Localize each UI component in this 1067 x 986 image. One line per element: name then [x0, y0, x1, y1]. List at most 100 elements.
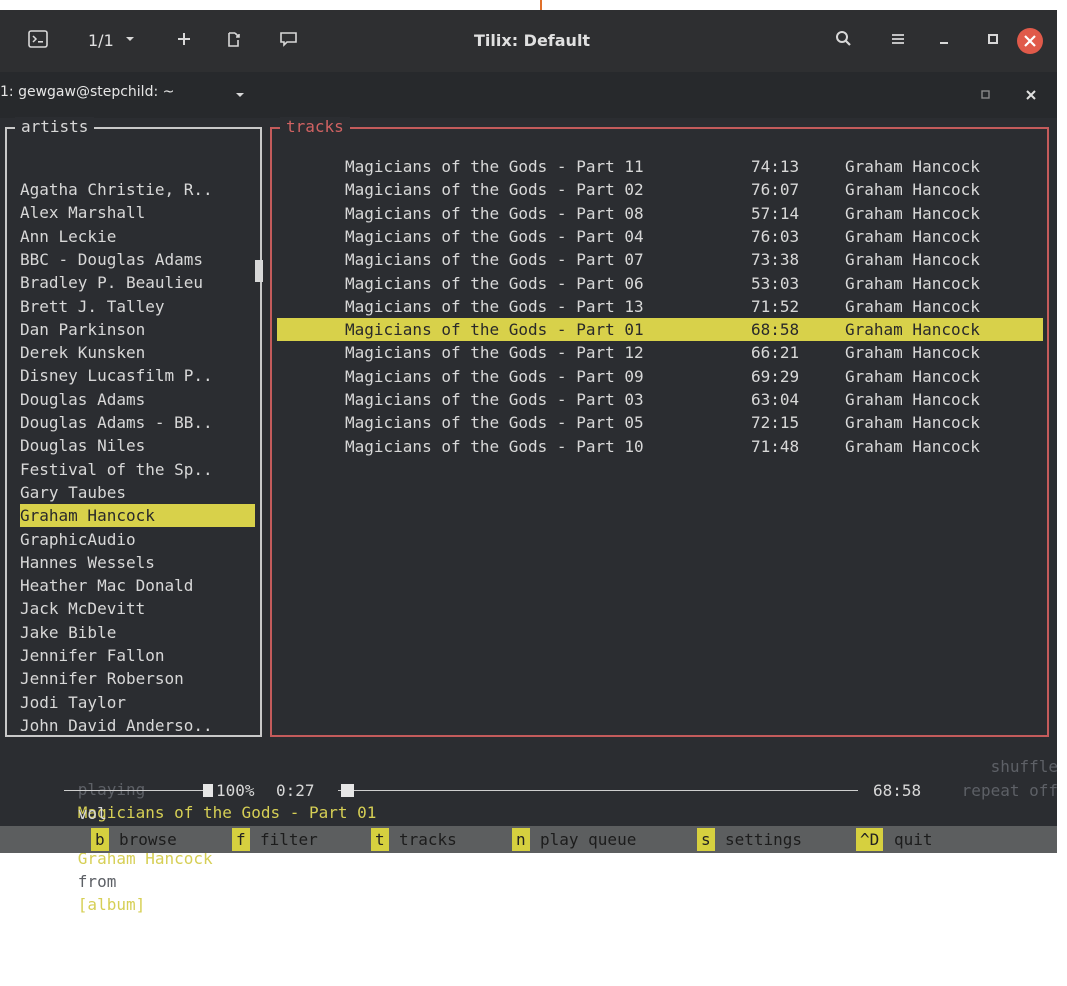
track-duration: 53:03: [751, 273, 800, 293]
progress-bar-handle[interactable]: [341, 784, 355, 797]
track-row[interactable]: Magicians of the Gods - Part 11 74:13 Grah…: [277, 155, 1043, 178]
track-row[interactable]: Magicians of the Gods - Part 13 71:52 Grah…: [277, 295, 1043, 318]
track-row[interactable]: Magicians of the Gods - Part 07 73:38 Grah…: [277, 248, 1043, 271]
chevron-down-icon[interactable]: [124, 29, 136, 51]
track-artist: Graham Hancock: [845, 366, 980, 386]
artist-item[interactable]: Gary Taubes: [20, 481, 255, 504]
plus-icon[interactable]: [176, 29, 192, 51]
artist-item[interactable]: Jennifer Fallon: [20, 644, 255, 667]
track-title: Magicians of the Gods - Part 06: [345, 273, 644, 293]
shortcut-key[interactable]: t: [371, 828, 389, 851]
menu-icon[interactable]: [890, 29, 906, 51]
shortcut-label[interactable]: tracks: [399, 828, 457, 851]
track-artist: Graham Hancock: [845, 296, 980, 316]
track-artist: Graham Hancock: [845, 390, 980, 409]
track-row[interactable]: Magicians of the Gods - Part 01 68:58 Grah…: [277, 318, 1043, 342]
tilix-window: 1/1 Tilix: Default 1: gewgaw@stepchild: …: [0, 10, 1058, 914]
window-edge-marker: [540, 0, 542, 10]
track-title: Magicians of the Gods - Part 10: [345, 436, 644, 456]
artist-item[interactable]: Jodi Taylor: [20, 691, 255, 714]
shortcut-label[interactable]: play queue: [540, 828, 636, 851]
chevron-down-icon[interactable]: [234, 86, 246, 108]
detach-icon[interactable]: [226, 29, 242, 51]
tab-session-label[interactable]: 1: gewgaw@stepchild: ~: [0, 84, 174, 100]
artist-item[interactable]: Bradley P. Beaulieu: [20, 271, 255, 294]
search-icon[interactable]: [835, 29, 853, 51]
volume-slider-handle[interactable]: [203, 784, 213, 797]
shortcut-label[interactable]: filter: [260, 828, 318, 851]
track-title: Magicians of the Gods - Part 12: [345, 343, 644, 363]
track-row[interactable]: Magicians of the Gods - Part 12 66:21 Grah…: [277, 341, 1043, 364]
session-tab-bar: 1: gewgaw@stepchild: ~: [0, 72, 1057, 118]
shuffle-status[interactable]: shuffle: [991, 755, 1058, 778]
artist-scrollbar-thumb[interactable]: [255, 260, 263, 282]
terminal-pane[interactable]: artists Agatha Christie, R.. Alex Marshal…: [0, 117, 1058, 914]
track-row[interactable]: Magicians of the Gods - Part 08 57:14 Grah…: [277, 202, 1043, 225]
now-playing-line: playing Magicians of the Gods - Part 01 …: [20, 755, 1058, 914]
track-artist: Graham Hancock: [845, 157, 980, 176]
shortcut-label[interactable]: browse: [119, 828, 177, 851]
artist-item[interactable]: Graham Hancock: [20, 504, 255, 528]
track-row[interactable]: Magicians of the Gods - Part 05 72:15 Grah…: [277, 411, 1043, 434]
artist-item[interactable]: Jake Bible: [20, 621, 255, 644]
artist-item[interactable]: Heather Mac Donald: [20, 574, 255, 597]
artist-item[interactable]: Agatha Christie, R..: [20, 178, 255, 201]
track-artist: Graham Hancock: [845, 226, 980, 246]
track-duration: 76:03: [751, 226, 800, 246]
track-row[interactable]: Magicians of the Gods - Part 09 69:29 Grah…: [277, 365, 1043, 388]
shortcut-bar: b browse f filter t tracks n play queue s setting…: [0, 826, 1057, 853]
track-artist: Graham Hancock: [845, 250, 980, 270]
progress-bar[interactable]: [338, 784, 858, 797]
maximize-terminal-icon[interactable]: [980, 86, 992, 108]
artist-item[interactable]: Douglas Adams: [20, 388, 255, 411]
artist-item[interactable]: Jennifer Roberson: [20, 667, 255, 690]
shortcut-label[interactable]: settings: [725, 828, 802, 851]
artist-item[interactable]: John David Anderso..: [20, 714, 255, 737]
session-counter[interactable]: 1/1: [88, 30, 114, 52]
tracks-panel-title: tracks: [280, 117, 350, 137]
terminal-icon[interactable]: [28, 29, 48, 51]
track-title: Magicians of the Gods - Part 09: [345, 366, 644, 386]
track-title: Magicians of the Gods - Part 02: [345, 180, 644, 200]
shortcut-key[interactable]: b: [91, 828, 109, 851]
track-row[interactable]: Magicians of the Gods - Part 03 63:04 Grah…: [277, 388, 1043, 411]
total-time: 68:58: [873, 781, 922, 800]
track-artist: Graham Hancock: [845, 273, 980, 293]
close-icon[interactable]: [1016, 27, 1044, 54]
close-terminal-icon[interactable]: [1024, 86, 1038, 108]
track-row[interactable]: Magicians of the Gods - Part 06 53:03 Grah…: [277, 272, 1043, 295]
track-row[interactable]: Magicians of the Gods - Part 02 76:07 Grah…: [277, 178, 1043, 201]
chat-icon[interactable]: [279, 29, 299, 51]
artist-item[interactable]: Brett J. Talley: [20, 295, 255, 318]
artist-item[interactable]: Festival of the Sp..: [20, 458, 255, 481]
shortcut-key[interactable]: ^D: [856, 828, 884, 851]
track-row[interactable]: Magicians of the Gods - Part 10 71:48 Grah…: [277, 435, 1043, 458]
track-artist: Graham Hancock: [845, 413, 980, 433]
artists-panel-title: artists: [15, 117, 95, 137]
maximize-icon[interactable]: [986, 29, 1000, 51]
artist-item[interactable]: Ann Leckie: [20, 225, 255, 248]
minimize-icon[interactable]: [937, 29, 951, 51]
artist-item[interactable]: Douglas Niles: [20, 434, 255, 457]
now-playing-album: [album]: [77, 895, 146, 914]
artist-item[interactable]: Douglas Adams - BB..: [20, 411, 255, 434]
artist-item[interactable]: Alex Marshall: [20, 201, 255, 224]
shortcut-key[interactable]: n: [512, 828, 530, 851]
artist-item[interactable]: Hannes Wessels: [20, 551, 255, 574]
track-title: Magicians of the Gods - Part 13: [345, 296, 644, 316]
track-duration: 57:14: [751, 203, 800, 223]
shortcut-label[interactable]: quit: [894, 828, 933, 851]
artist-item[interactable]: Dan Parkinson: [20, 318, 255, 341]
volume-slider[interactable]: [64, 784, 213, 797]
shortcut-key[interactable]: f: [232, 828, 250, 851]
artist-item[interactable]: BBC - Douglas Adams: [20, 248, 255, 271]
track-title: Magicians of the Gods - Part 11: [345, 157, 644, 176]
artist-item[interactable]: Disney Lucasfilm P..: [20, 364, 255, 387]
repeat-status[interactable]: repeat off: [962, 779, 1058, 802]
artist-item[interactable]: Jack McDevitt: [20, 597, 255, 620]
shortcut-key[interactable]: s: [697, 828, 715, 851]
elapsed-time: 0:27: [276, 781, 315, 800]
track-row[interactable]: Magicians of the Gods - Part 04 76:03 Grah…: [277, 225, 1043, 248]
artist-item[interactable]: GraphicAudio: [20, 528, 255, 551]
artist-item[interactable]: Derek Kunsken: [20, 341, 255, 364]
